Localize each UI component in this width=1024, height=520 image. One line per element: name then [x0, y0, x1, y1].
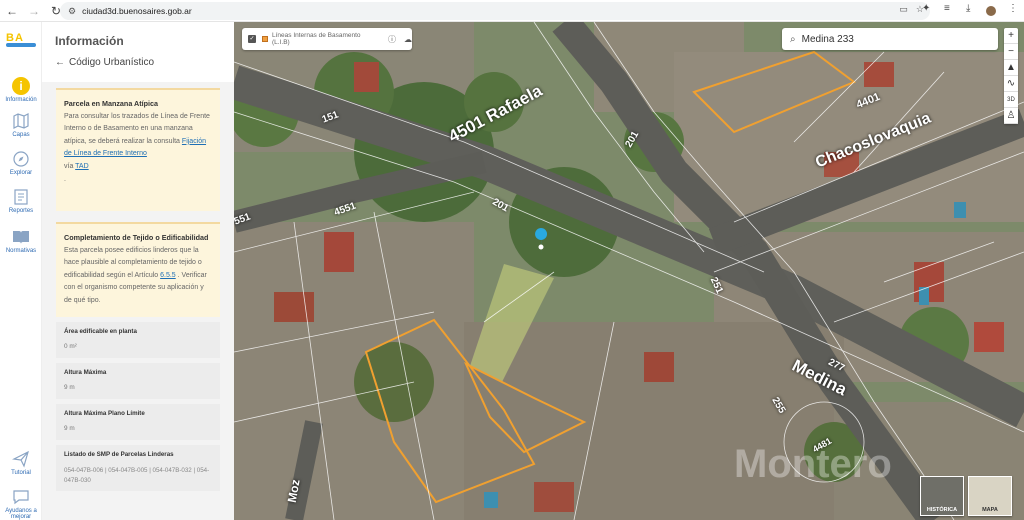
info-circle-icon[interactable]: ⓘ: [388, 34, 396, 45]
rail-item-ayudanos[interactable]: Ayudanos a mejorar: [0, 488, 42, 520]
book-icon: [13, 231, 29, 244]
rail-item-informacion[interactable]: i Información: [0, 77, 42, 103]
watermark-text: Montero: [734, 442, 892, 486]
rail-item-reportes[interactable]: Reportes: [0, 188, 42, 214]
search-value: Medina 233: [801, 33, 854, 45]
view-3d-button[interactable]: 3D: [1004, 92, 1018, 108]
thumb-label: HISTÓRICA: [926, 507, 958, 513]
extensions-icon[interactable]: ✦: [922, 3, 930, 14]
map-canvas: [234, 22, 1024, 520]
profile-avatar[interactable]: [986, 6, 996, 16]
thumb-label: MAPA: [982, 507, 998, 513]
field-value: 9 m: [64, 384, 75, 391]
field-label: Altura Máxima Plano Límite: [64, 410, 145, 417]
rail-label: Capas: [12, 132, 30, 138]
satellite-map[interactable]: 4501 Rafaela Chacoslovaquia 4401 Medina …: [234, 22, 1024, 520]
report-document-icon: [14, 189, 28, 205]
menu-kebab-icon[interactable]: ⋮: [1008, 3, 1018, 14]
map-controls: + − ▲ ∿ 3D ♙: [1004, 28, 1018, 124]
via-text: vía: [64, 162, 74, 170]
zoom-in-button[interactable]: +: [1004, 28, 1018, 44]
smp-linderas-card: Listado de SMP de Parcelas Linderas 054-…: [56, 445, 220, 491]
rail-item-explorar[interactable]: Explorar: [0, 150, 42, 176]
tejido-card: Completamiento de Tejido o Edificabilida…: [56, 222, 220, 317]
card-title: Parcela en Manzana Atípica: [64, 99, 159, 108]
area-edificable-card: Área edificable en planta 0 m²: [56, 322, 220, 358]
zoom-out-button[interactable]: −: [1004, 44, 1018, 60]
rail-item-capas[interactable]: Capas: [0, 112, 42, 138]
back-icon[interactable]: ←: [2, 1, 22, 21]
altura-plano-card: Altura Máxima Plano Límite 9 m: [56, 404, 220, 440]
altura-maxima-card: Altura Máxima 9 m: [56, 363, 220, 399]
panel-scroll-area[interactable]: Parcela en Manzana Atípica Para consulta…: [42, 82, 234, 520]
cast-icon[interactable]: ▭: [899, 4, 908, 15]
rail-item-normativas[interactable]: Normativas: [0, 228, 42, 254]
info-panel: Información ← Código Urbanístico Parcela …: [42, 22, 234, 520]
layer-toggle-panel: ✓ Líneas Internas de Basamento (L.I.B) ⓘ…: [242, 28, 412, 50]
back-to-codigo-button[interactable]: ← Código Urbanístico: [55, 57, 154, 68]
articulo-link[interactable]: 6.5.5: [160, 272, 176, 279]
rail-label: Normativas: [5, 248, 37, 254]
send-paper-plane-icon: [12, 450, 29, 468]
download-icon[interactable]: ⤓: [966, 3, 970, 14]
rail-label: Ayudanos a mejorar: [5, 508, 37, 520]
rail-item-tutorial[interactable]: Tutorial: [0, 450, 42, 476]
ba-logo[interactable]: BA: [6, 32, 36, 48]
basemap-mapa-button[interactable]: MAPA: [968, 476, 1012, 516]
site-info-icon[interactable]: ⚙: [68, 6, 76, 17]
rail-label: Explorar: [9, 170, 33, 176]
rail-label: Reportes: [8, 208, 34, 214]
address-search-input[interactable]: ⌕ Medina 233: [782, 28, 998, 50]
forward-icon[interactable]: →: [24, 1, 44, 21]
search-icon: ⌕: [790, 33, 796, 45]
field-label: Altura Máxima: [64, 369, 107, 376]
field-label: Área edificable en planta: [64, 328, 137, 335]
url-text: ciudad3d.buenosaires.gob.ar: [82, 6, 192, 16]
tad-link[interactable]: TAD: [75, 163, 88, 170]
measure-icon[interactable]: ∿: [1004, 76, 1018, 92]
basemap-historica-button[interactable]: HISTÓRICA: [920, 476, 964, 516]
rail-label: Tutorial: [11, 470, 31, 476]
address-bar[interactable]: ⚙ ciudad3d.buenosaires.gob.ar ▭ ☆: [60, 2, 930, 20]
field-value: 0 m²: [64, 343, 77, 350]
compass-icon: [13, 151, 29, 167]
parcela-atipica-card: Parcela en Manzana Atípica Para consulta…: [56, 88, 220, 211]
card-title: Completamiento de Tejido o Edificabilida…: [64, 233, 209, 242]
pegman-icon[interactable]: ♙: [1004, 108, 1018, 124]
info-icon: i: [12, 77, 30, 95]
cloud-download-icon[interactable]: ☁: [404, 35, 412, 44]
field-value: 9 m: [64, 425, 75, 432]
tab-search-icon[interactable]: ≡: [944, 3, 950, 14]
layer-checkbox[interactable]: ✓: [248, 35, 256, 43]
layers-map-icon: [13, 113, 29, 129]
left-nav-rail: BA i Información Capas Explorar Reportes…: [0, 22, 42, 520]
panel-title: Información: [55, 34, 124, 48]
field-value: 054-047B-006 | 054-047B-005 | 054-047B-0…: [64, 467, 210, 484]
layer-label: Líneas Internas de Basamento (L.I.B): [272, 32, 361, 46]
card-dot: .: [64, 175, 66, 183]
back-label: Código Urbanístico: [69, 57, 155, 68]
compass-north-icon[interactable]: ▲: [1004, 60, 1018, 76]
layer-color-swatch: [262, 36, 268, 42]
browser-toolbar: ← → ↻ ⚙ ciudad3d.buenosaires.gob.ar ▭ ☆ …: [0, 0, 1024, 22]
rail-label: Información: [5, 97, 37, 103]
feedback-chat-icon: [13, 490, 29, 505]
field-label: Listado de SMP de Parcelas Linderas: [64, 451, 174, 458]
arrow-left-icon: ←: [55, 57, 65, 68]
